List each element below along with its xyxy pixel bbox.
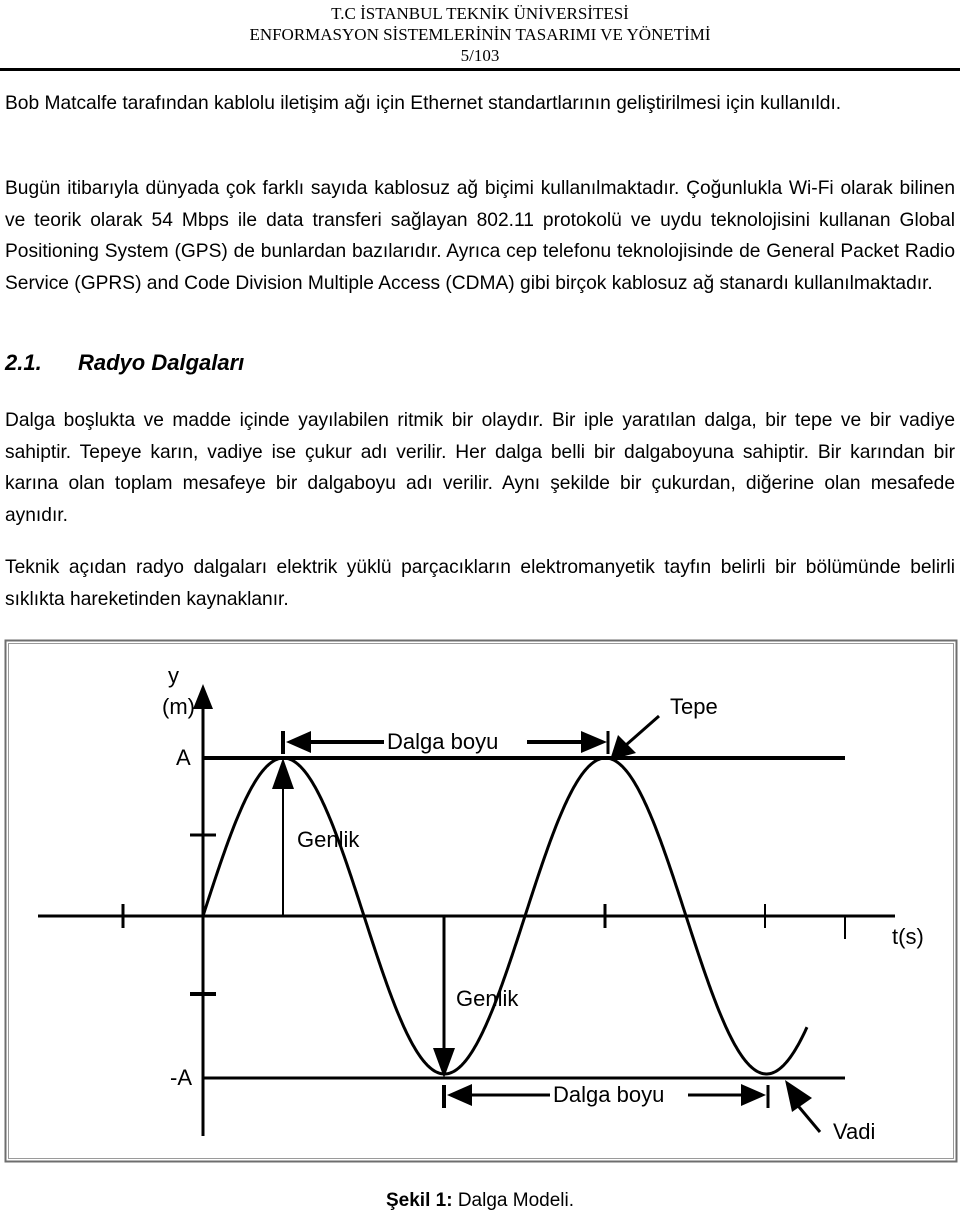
wave-diagram: y (m) A -A Dalga boyu Dalga boyu Genlik … (4, 639, 958, 1163)
wave-model-figure: y (m) A -A Dalga boyu Dalga boyu Genlik … (4, 639, 958, 1163)
crest-label: Tepe (670, 694, 718, 719)
university-name: T.C İSTANBUL TEKNİK ÜNİVERSİTESİ (331, 4, 629, 23)
paragraph-ethernet: Bob Matcalfe tarafından kablolu iletişim… (5, 93, 842, 114)
paragraph-wireless: Bugün itibarıyla dünyada çok farklı sayı… (5, 178, 955, 294)
paragraph-wave-definition: Dalga boşlukta ve madde içinde yayılabil… (5, 410, 955, 526)
header-divider (0, 68, 960, 71)
section-number: 2.1. (5, 350, 42, 375)
time-axis-label: t(s) (892, 924, 924, 949)
caption-prefix: Şekil 1: (386, 1190, 453, 1211)
course-title: ENFORMASYON SİSTEMLERİNİN TASARIMI VE YÖ… (249, 25, 711, 44)
document-header: T.C İSTANBUL TEKNİK ÜNİVERSİTESİ ENFORMA… (0, 0, 960, 66)
paragraph-radio-technical: Teknik açıdan radyo dalgaları elektrik y… (5, 557, 955, 610)
figure-frame (4, 639, 958, 1163)
wavelength-top-label: Dalga boyu (387, 729, 498, 754)
caption-text: Dalga Modeli. (457, 1190, 574, 1211)
page-number: 5/103 (460, 46, 500, 65)
wavelength-bottom-label: Dalga boyu (553, 1082, 664, 1107)
section-title: Radyo Dalgaları (78, 350, 245, 375)
amplitude-bottom-label: -A (170, 1065, 192, 1090)
figure-caption: Şekil 1: Dalga Modeli. (0, 1190, 960, 1212)
y-axis-unit-label: (m) (162, 694, 195, 719)
section-heading: 2.1. Radyo Dalgaları (5, 350, 244, 376)
amplitude-label-lower: Genlik (456, 986, 519, 1011)
amplitude-label-upper: Genlik (297, 827, 360, 852)
y-axis-label: y (168, 663, 179, 688)
amplitude-top-label: A (176, 745, 191, 770)
trough-label: Vadi (833, 1119, 875, 1144)
